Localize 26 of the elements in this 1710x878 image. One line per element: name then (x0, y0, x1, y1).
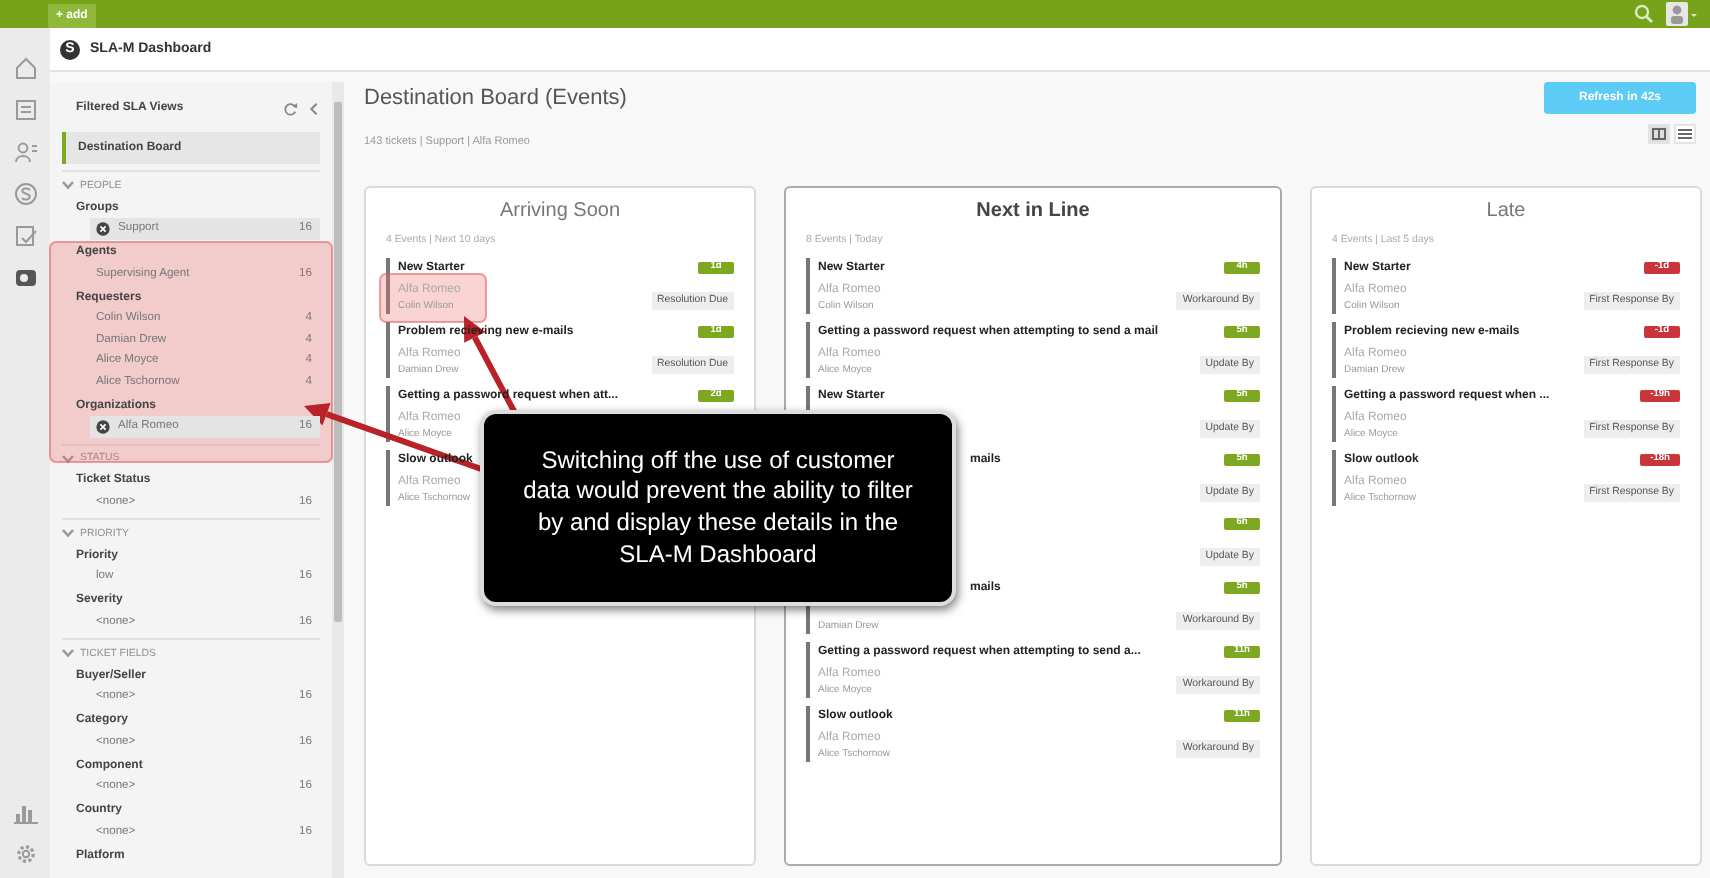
coin-icon[interactable] (13, 182, 37, 206)
collapse-icon[interactable] (308, 101, 320, 115)
list-view-button[interactable] (1674, 124, 1696, 144)
contacts-icon[interactable] (13, 140, 37, 164)
chevron-icon[interactable] (62, 180, 74, 190)
remove-icon[interactable] (96, 221, 110, 236)
checklist-icon[interactable] (13, 224, 37, 248)
callout-tooltip: Switching off the use of customer data would prevent the ability to filter by and display these details in the SLA-M Dashboard (480, 410, 956, 606)
search-icon[interactable] (1634, 4, 1654, 24)
column-title: Arriving Soon (497, 200, 623, 226)
settings-icon[interactable] (13, 842, 37, 866)
highlight-box (379, 273, 487, 323)
user-avatar-icon[interactable] (1666, 2, 1698, 26)
bar-chart-icon[interactable] (13, 800, 37, 824)
document-icon[interactable] (13, 98, 37, 122)
column-title: Next in Line (974, 200, 1092, 226)
chevron-icon[interactable] (62, 453, 74, 463)
chevron-icon[interactable] (62, 648, 74, 658)
chevron-icon[interactable] (62, 528, 74, 538)
board-view-button[interactable] (1648, 124, 1670, 144)
scrollbar[interactable] (332, 82, 344, 878)
home-icon[interactable] (13, 56, 37, 80)
remove-icon[interactable] (96, 419, 110, 434)
refresh-icon[interactable] (284, 101, 298, 115)
board-title: Destination Board (Events) (364, 86, 627, 110)
column-title: Late (1484, 200, 1528, 226)
